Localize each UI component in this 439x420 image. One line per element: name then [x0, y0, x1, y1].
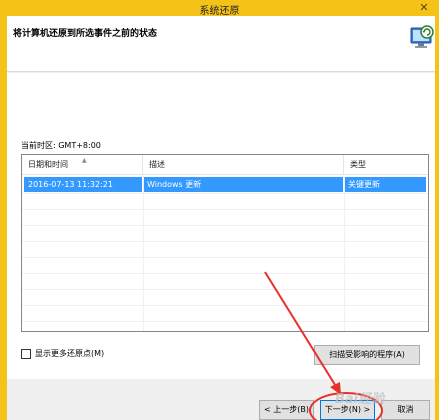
dialog-header: 将计算机还原到所选事件之前的状态: [7, 16, 435, 72]
row-description-cell: Windows 更新: [143, 177, 344, 192]
list-header: 日期和时间 ▲ 描述 类型: [22, 155, 428, 175]
grid-line: [22, 241, 428, 242]
column-header-description[interactable]: 描述: [143, 155, 344, 175]
column-divider: [344, 175, 345, 331]
system-restore-icon: [410, 25, 434, 48]
grid-line: [22, 257, 428, 258]
baidu-watermark: Bai经验: [335, 392, 385, 407]
scan-affected-programs-button[interactable]: 扫描受影响的程序(A): [314, 345, 420, 365]
dialog-client-area: 将计算机还原到所选事件之前的状态 当前时区: GMT+8:00 日期和时间 ▲ …: [7, 16, 435, 420]
cancel-button[interactable]: 取消: [381, 400, 430, 420]
restore-point-list[interactable]: 日期和时间 ▲ 描述 类型 2016-07-13 11:32:21 Window…: [21, 154, 429, 332]
title-bar[interactable]: 系统还原 ✕: [0, 0, 439, 17]
page-title: 将计算机还原到所选事件之前的状态: [13, 29, 158, 39]
column-header-datetime[interactable]: 日期和时间 ▲: [22, 155, 143, 175]
grid-line: [22, 193, 428, 194]
row-date-cell: 2016-07-13 11:32:21: [24, 177, 143, 192]
grid-line: [22, 209, 428, 210]
grid-line: [22, 225, 428, 226]
window-title: 系统还原: [199, 6, 240, 17]
previous-button[interactable]: < 上一步(B): [259, 400, 314, 420]
table-row[interactable]: 2016-07-13 11:32:21 Windows 更新 关键更新: [24, 177, 426, 192]
grid-line: [22, 289, 428, 290]
column-header-type[interactable]: 类型: [344, 155, 428, 175]
sort-ascending-icon: ▲: [82, 157, 87, 164]
timezone-label: 当前时区: GMT+8:00: [21, 141, 101, 150]
column-header-datetime-label: 日期和时间: [28, 160, 68, 169]
grid-line: [22, 305, 428, 306]
show-more-label: 显示更多还原点(M): [35, 349, 105, 358]
column-divider: [143, 175, 144, 331]
row-type-cell: 关键更新: [348, 180, 380, 189]
system-restore-window: 系统还原 ✕ 将计算机还原到所选事件之前的状态 当前时区: GMT+8:00 日…: [0, 0, 439, 420]
show-more-checkbox[interactable]: [21, 349, 31, 359]
grid-line: [22, 273, 428, 274]
window-frame-left: [0, 16, 7, 420]
grid-line: [22, 321, 428, 322]
close-icon[interactable]: ✕: [417, 1, 431, 14]
window-frame-right: [435, 16, 439, 420]
